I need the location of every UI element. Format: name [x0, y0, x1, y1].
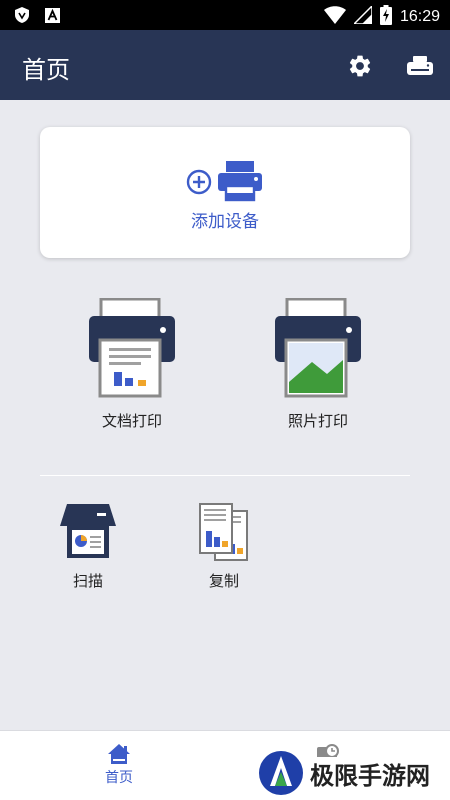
add-device-icons	[186, 161, 262, 202]
add-device-label: 添加设备	[191, 212, 259, 232]
watermark-logo	[259, 751, 303, 795]
nav-home-label: 首页	[105, 770, 133, 786]
divider	[40, 475, 410, 476]
status-left-icons	[14, 7, 60, 23]
app-bar: 首页	[0, 30, 450, 100]
home-icon	[108, 744, 130, 764]
page-title: 首页	[22, 56, 70, 84]
signal-icon	[352, 4, 373, 28]
scanner-icon	[60, 504, 116, 558]
document-print-button[interactable]: 文档打印	[82, 298, 182, 431]
printer-icon	[407, 56, 433, 75]
watermark: 极限手游网	[258, 748, 448, 798]
nav-home-tab[interactable]: 首页	[94, 743, 144, 787]
printer-button[interactable]	[404, 50, 436, 82]
scan-label: 扫描	[72, 572, 103, 590]
gear-icon	[349, 55, 371, 77]
scan-button[interactable]: 扫描	[50, 502, 126, 591]
shield-app-icon	[14, 7, 30, 23]
status-time: 16:29	[399, 8, 440, 25]
battery-charging-icon	[379, 5, 392, 29]
status-right-icons: 16:29	[323, 4, 440, 29]
copy-label: 复制	[208, 572, 239, 590]
add-device-card[interactable]: 添加设备	[40, 127, 410, 258]
copy-button[interactable]: 复制	[186, 502, 262, 591]
a-app-icon	[44, 7, 60, 23]
status-bar: 16:29	[0, 0, 450, 30]
printer-icon	[218, 161, 262, 202]
wifi-icon	[323, 6, 346, 28]
document-print-label: 文档打印	[101, 412, 162, 430]
copy-icon	[199, 503, 248, 561]
photo-printer-icon	[275, 298, 361, 398]
photo-print-button[interactable]: 照片打印	[268, 298, 368, 431]
settings-button[interactable]	[344, 50, 376, 82]
watermark-text: 极限手游网	[310, 760, 430, 790]
plus-circle-icon	[186, 169, 212, 195]
document-printer-icon	[89, 298, 175, 398]
photo-print-label: 照片打印	[287, 412, 348, 430]
